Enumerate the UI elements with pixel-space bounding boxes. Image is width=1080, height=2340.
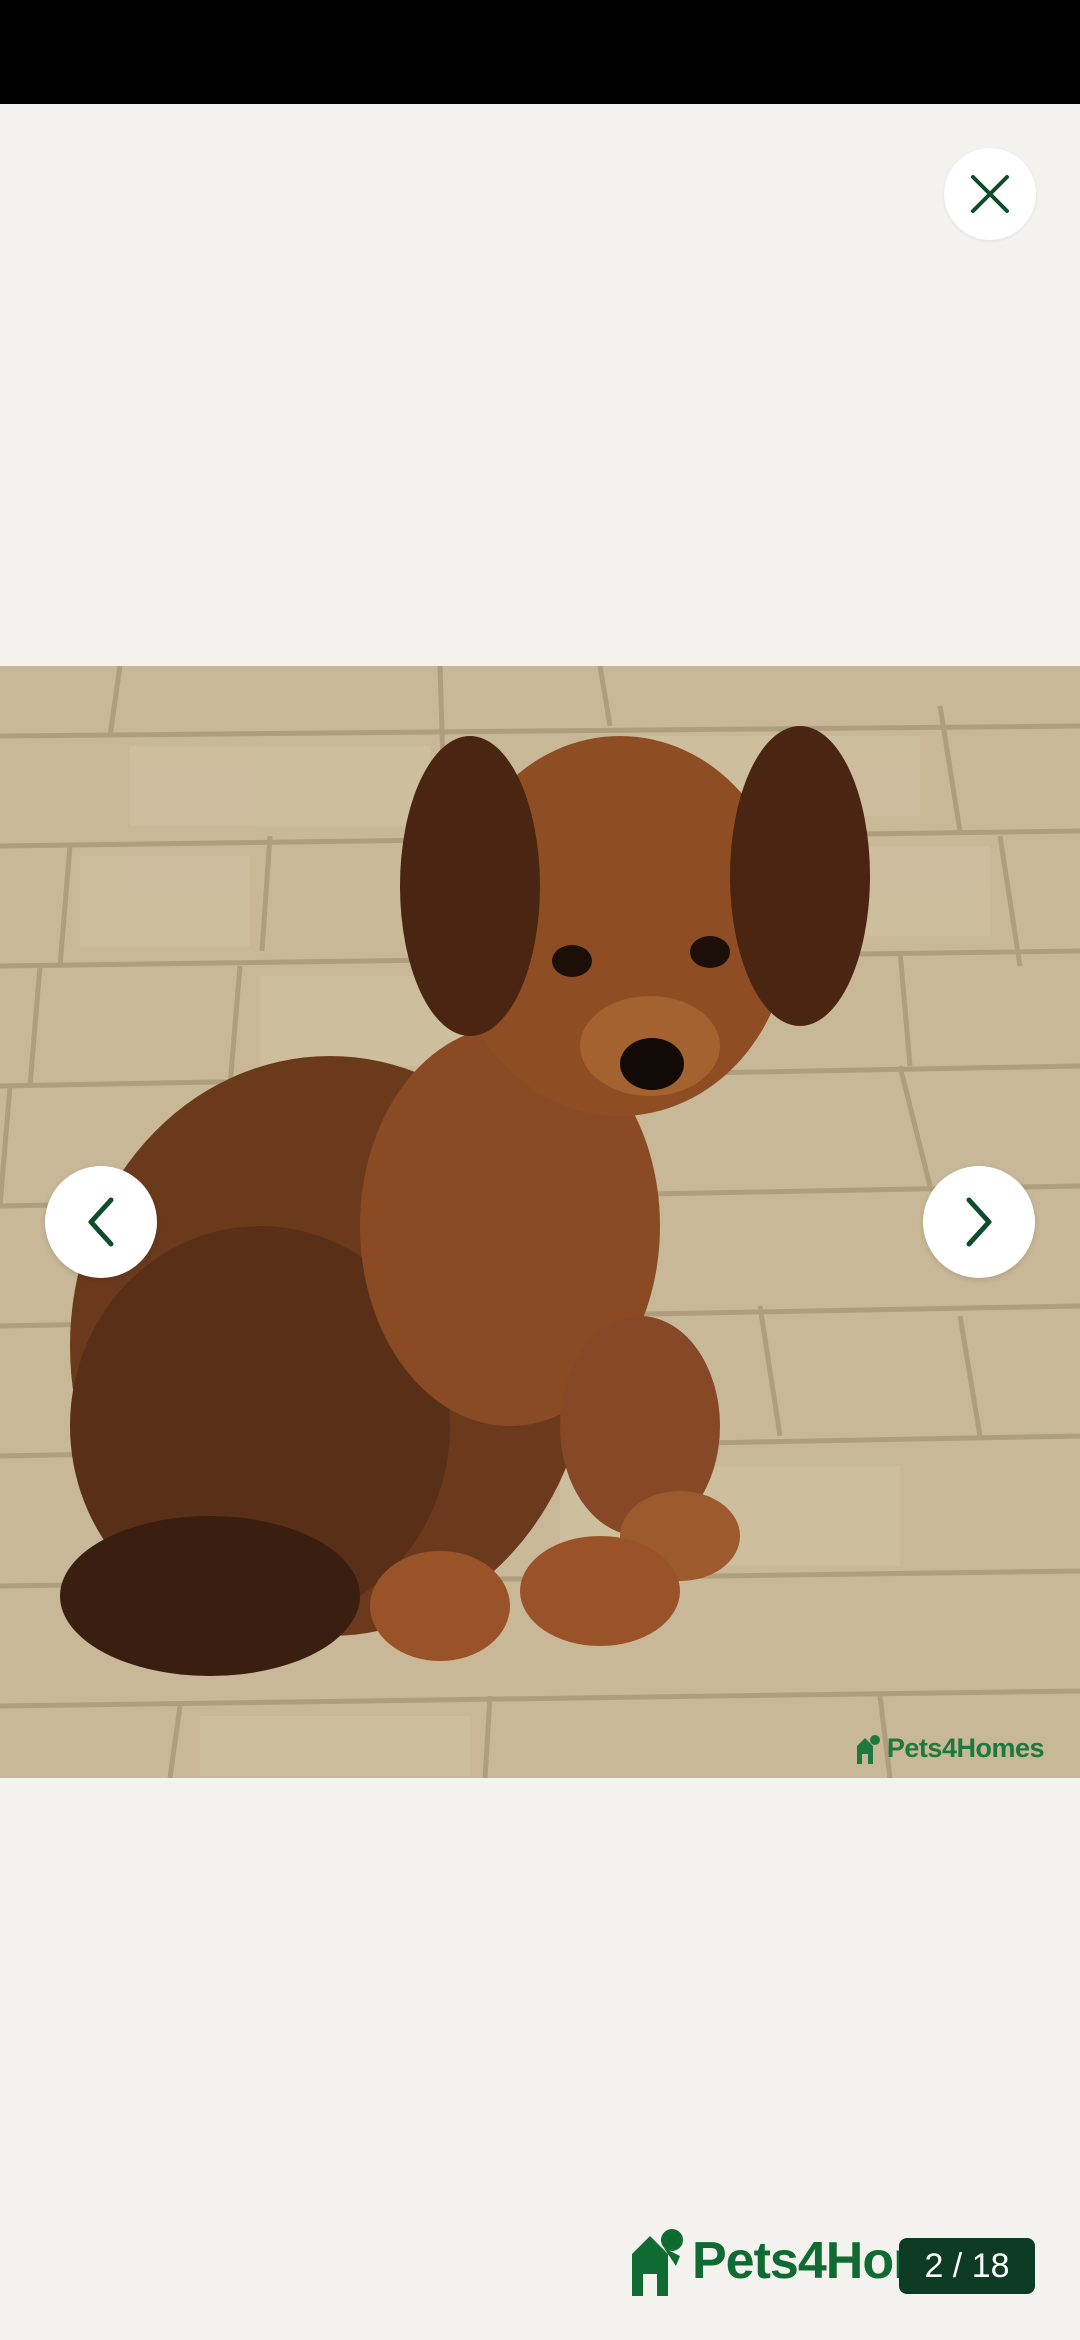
status-bar	[0, 0, 1080, 104]
house-dog-logo-icon	[856, 1734, 880, 1764]
photo-watermark: Pets4Homes	[855, 1733, 1045, 1764]
image-counter-text: 2 / 18	[924, 2246, 1010, 2285]
close-icon	[971, 175, 1009, 213]
photo-watermark-text: Pets4Homes	[886, 1733, 1045, 1763]
previous-image-button[interactable]	[45, 1166, 157, 1278]
next-image-button[interactable]	[923, 1166, 1035, 1278]
chevron-left-icon	[88, 1197, 114, 1247]
chevron-right-icon	[966, 1197, 992, 1247]
image-counter: 2 / 18	[899, 2238, 1035, 2294]
gallery-photo[interactable]: Pets4Homes	[0, 666, 1080, 1778]
close-button[interactable]	[944, 148, 1036, 240]
house-dog-logo-icon	[632, 2229, 683, 2296]
